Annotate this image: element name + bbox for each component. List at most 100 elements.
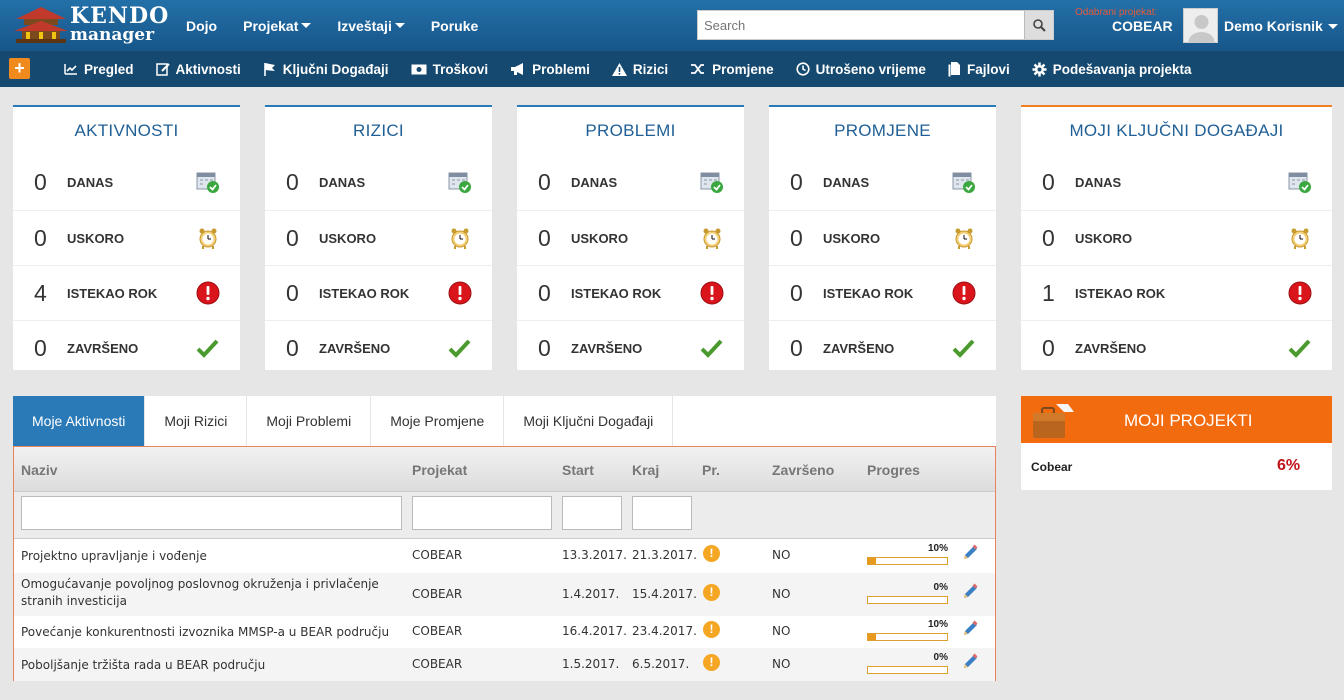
- search-input[interactable]: [698, 11, 1025, 39]
- tab-moji-problemi[interactable]: Moji Problemi: [247, 396, 372, 446]
- tab-moje-aktivnosti[interactable]: Moje Aktivnosti: [13, 396, 146, 446]
- cell-naziv[interactable]: Povećanje konkurentnosti izvoznika MMSP-…: [21, 624, 396, 641]
- summary-card-aktivnosti: AKTIVNOSTI 0 DANAS 0 USKORO 4 ISTEKAO ROK 0 ZAVR…: [13, 105, 240, 370]
- subnav-fajlovi[interactable]: Fajlovi: [948, 61, 1010, 77]
- subnav-podesavanja-projekta[interactable]: Podešavanja projekta: [1032, 62, 1192, 77]
- edit-pencil-icon[interactable]: [961, 583, 979, 601]
- card-row-istekao-rok[interactable]: 4 ISTEKAO ROK: [13, 265, 240, 320]
- card-row-zavrseno[interactable]: 0 ZAVRŠENO: [13, 320, 240, 375]
- selected-project-name[interactable]: COBEAR: [1112, 18, 1173, 34]
- alarm-clock-icon: [1291, 228, 1309, 249]
- card-row-danas[interactable]: 0 DANAS: [265, 155, 492, 210]
- top-nav-menu: Dojo Projekat Izveštaji Poruke: [186, 0, 504, 51]
- card-row-zavrseno[interactable]: 0 ZAVRŠENO: [517, 320, 744, 375]
- count-label: ZAVRŠENO: [823, 341, 895, 356]
- filter-naziv-input[interactable]: [21, 496, 402, 530]
- progress-bar: [867, 557, 948, 565]
- cell-naziv[interactable]: Poboljšanje tržišta rada u BEAR području: [21, 657, 396, 674]
- user-menu[interactable]: Demo Korisnik: [1224, 18, 1338, 34]
- subnav-utroseno-vrijeme[interactable]: Utrošeno vrijeme: [796, 62, 926, 77]
- count-label: DANAS: [319, 175, 366, 190]
- card-row-danas[interactable]: 0 DANAS: [769, 155, 996, 210]
- card-row-uskoro[interactable]: 0 USKORO: [769, 210, 996, 265]
- column-header-zavrseno[interactable]: Završeno: [772, 462, 834, 478]
- count-label: ISTEKAO ROK: [1075, 286, 1166, 301]
- nav-dojo[interactable]: Dojo: [186, 18, 217, 34]
- count-value: 0: [538, 280, 551, 306]
- card-row-uskoro[interactable]: 0 USKORO: [1021, 210, 1332, 265]
- cell-kraj: 23.4.2017.: [632, 624, 697, 638]
- nav-poruke[interactable]: Poruke: [431, 18, 478, 34]
- nav-projekat-dropdown[interactable]: Projekat: [243, 18, 312, 34]
- nav-izvestaji-dropdown[interactable]: Izveštaji: [337, 18, 405, 34]
- cell-naziv[interactable]: Omogućavanje povoljnog poslovnog okružen…: [21, 576, 396, 610]
- card-row-danas[interactable]: 0 DANAS: [1021, 155, 1332, 210]
- checkmark-icon: [448, 339, 471, 358]
- project-row[interactable]: Cobear 6%: [1021, 443, 1332, 490]
- column-header-kraj[interactable]: Kraj: [632, 462, 659, 478]
- subnav-pregled[interactable]: Pregled: [64, 62, 134, 77]
- filter-start-input[interactable]: [562, 496, 622, 530]
- summary-card-promjene: PROMJENE 0 DANAS 0 USKORO 0 ISTEKAO ROK 0 ZAVRŠE…: [769, 105, 996, 370]
- table-row[interactable]: Poboljšanje tržišta rada u BEAR području…: [14, 648, 995, 681]
- tab-moji-kljucni-dogadjaji[interactable]: Moji Ključni Događaji: [504, 396, 674, 446]
- priority-warning-icon: !: [703, 545, 720, 562]
- edit-pencil-icon[interactable]: [961, 653, 979, 671]
- table-row[interactable]: Omogućavanje povoljnog poslovnog okružen…: [14, 573, 995, 616]
- card-row-uskoro[interactable]: 0 USKORO: [265, 210, 492, 265]
- card-row-istekao-rok[interactable]: 0 ISTEKAO ROK: [769, 265, 996, 320]
- subnav-rizici[interactable]: Rizici: [611, 62, 668, 77]
- column-header-start[interactable]: Start: [562, 462, 594, 478]
- search-button[interactable]: [1024, 11, 1053, 39]
- subnav-troskovi[interactable]: Troškovi: [411, 62, 488, 77]
- edit-pencil-icon[interactable]: [961, 620, 979, 638]
- cell-zavrseno: NO: [772, 624, 791, 638]
- count-label: ZAVRŠENO: [571, 341, 643, 356]
- tab-moji-rizici[interactable]: Moji Rizici: [145, 396, 248, 446]
- card-row-danas[interactable]: 0 DANAS: [13, 155, 240, 210]
- card-row-zavrseno[interactable]: 0 ZAVRŠENO: [265, 320, 492, 375]
- count-label: DANAS: [823, 175, 870, 190]
- project-name[interactable]: Cobear: [1031, 460, 1072, 474]
- cell-projekat: COBEAR: [412, 657, 463, 671]
- subnav-problemi[interactable]: Problemi: [510, 62, 590, 77]
- table-row[interactable]: Projektno upravljanje i vođenje COBEAR 13.…: [14, 539, 995, 573]
- edit-pencil-icon[interactable]: [961, 544, 979, 562]
- user-avatar[interactable]: [1183, 8, 1218, 43]
- summary-card-moji-kljucni-dogadjaji: MOJI KLJUČNI DOGAĐAJI 0 DANAS 0 USKORO 1 ISTEK…: [1021, 105, 1332, 370]
- card-row-istekao-rok[interactable]: 0 ISTEKAO ROK: [517, 265, 744, 320]
- card-row-istekao-rok[interactable]: 1 ISTEKAO ROK: [1021, 265, 1332, 320]
- count-value: 0: [286, 169, 299, 195]
- briefcase-icon: [1033, 404, 1074, 438]
- subnav-kljucni-dogadjaji[interactable]: Ključni Događaji: [263, 62, 389, 77]
- column-header-naziv[interactable]: Naziv: [21, 462, 58, 478]
- subnav-aktivnosti[interactable]: Aktivnosti: [155, 62, 241, 77]
- column-header-prioritet[interactable]: Pr.: [702, 462, 720, 478]
- add-button[interactable]: +: [9, 58, 30, 79]
- priority-warning-icon: !: [703, 621, 720, 638]
- count-label: DANAS: [1075, 175, 1122, 190]
- column-header-progres[interactable]: Progres: [867, 462, 920, 478]
- filter-kraj-input[interactable]: [632, 496, 692, 530]
- subnav-promjene[interactable]: Promjene: [690, 62, 774, 77]
- table-row[interactable]: Povećanje konkurentnosti izvoznika MMSP-…: [14, 616, 995, 648]
- card-row-uskoro[interactable]: 0 USKORO: [517, 210, 744, 265]
- cell-naziv[interactable]: Projektno upravljanje i vođenje: [21, 548, 396, 565]
- error-alert-icon: [952, 281, 976, 305]
- filter-projekat-input[interactable]: [412, 496, 552, 530]
- card-row-zavrseno[interactable]: 0 ZAVRŠENO: [1021, 320, 1332, 375]
- card-row-istekao-rok[interactable]: 0 ISTEKAO ROK: [265, 265, 492, 320]
- kendo-manager-logo[interactable]: KENDO manager: [10, 3, 168, 49]
- count-label: ZAVRŠENO: [67, 341, 139, 356]
- count-value: 0: [286, 280, 299, 306]
- my-items-tabs: Moje Aktivnosti Moji Rizici Moji Problem…: [13, 396, 996, 446]
- count-value: 4: [34, 280, 47, 306]
- card-row-danas[interactable]: 0 DANAS: [517, 155, 744, 210]
- cell-zavrseno: NO: [772, 548, 791, 562]
- column-header-projekat[interactable]: Projekat: [412, 462, 467, 478]
- card-row-uskoro[interactable]: 0 USKORO: [13, 210, 240, 265]
- checkmark-icon: [196, 339, 219, 358]
- card-row-zavrseno[interactable]: 0 ZAVRŠENO: [769, 320, 996, 375]
- tab-moje-promjene[interactable]: Moje Promjene: [371, 396, 505, 446]
- cell-projekat: COBEAR: [412, 587, 463, 601]
